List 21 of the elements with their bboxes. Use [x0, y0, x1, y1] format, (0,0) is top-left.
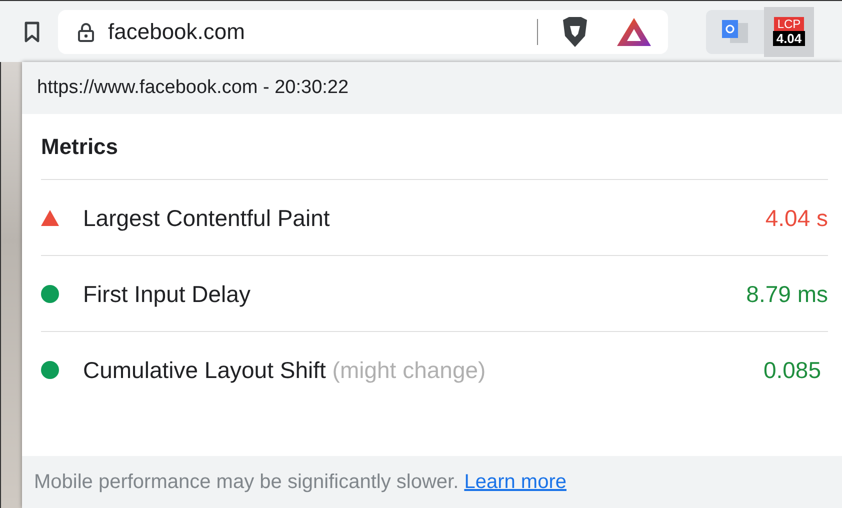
badge-label: LCP: [774, 17, 804, 31]
url-text: facebook.com: [108, 18, 245, 46]
footer-text: Mobile performance may be significantly slower.: [34, 470, 459, 495]
popup-header: https://www.facebook.com - 20:30:22: [22, 62, 842, 114]
bookmark-icon[interactable]: [24, 20, 40, 42]
lock-icon[interactable]: [78, 22, 94, 42]
metric-name: First Input Delay: [83, 280, 250, 309]
metric-name: Cumulative Layout Shift (might change): [83, 356, 486, 386]
metric-value: 0.085: [763, 356, 821, 386]
metric-value: 8.79 ms: [746, 280, 828, 309]
warning-triangle-icon: [41, 210, 59, 226]
badge-value: 4.04: [773, 31, 805, 46]
triangle-icon[interactable]: [616, 16, 652, 46]
metric-value: 4.04 s: [765, 204, 828, 233]
address-bar[interactable]: facebook.com: [58, 10, 668, 54]
metric-name: Largest Contentful Paint: [83, 204, 330, 233]
extension-badge[interactable]: LCP 4.04: [764, 6, 814, 56]
status-dot-icon: [41, 361, 59, 380]
learn-more-link[interactable]: Learn more: [464, 467, 566, 497]
status-dot-icon: [41, 284, 59, 303]
section-title: Metrics: [41, 134, 828, 180]
